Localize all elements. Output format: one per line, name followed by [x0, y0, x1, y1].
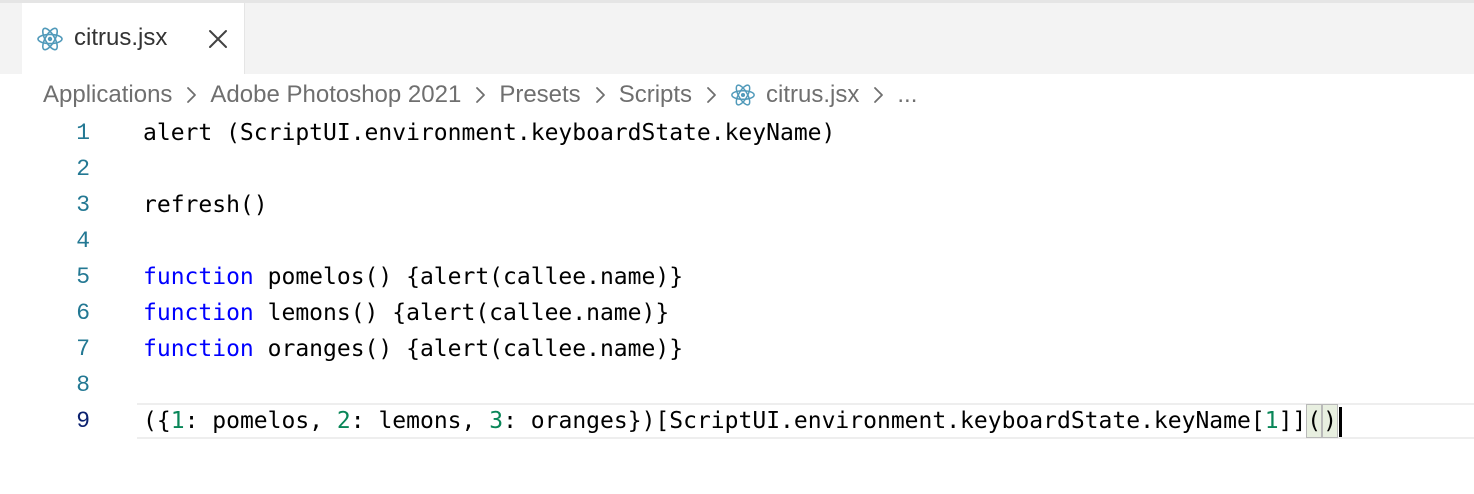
code-text: refresh() [143, 192, 268, 218]
text-cursor [1338, 406, 1342, 437]
code-line[interactable]: 2 [0, 151, 1474, 187]
code-line[interactable]: 5 function pomelos() {alert(callee.name)… [0, 259, 1474, 295]
code-text: alert (ScriptUI.environment.keyboardStat… [143, 120, 836, 146]
code-line[interactable]: 3 refresh() [0, 187, 1474, 223]
line-number-active: 9 [76, 408, 90, 434]
breadcrumb-item-adobe-photoshop[interactable]: Adobe Photoshop 2021 [210, 81, 461, 109]
code-line[interactable]: 7 function oranges() {alert(callee.name)… [0, 331, 1474, 367]
line-number: 5 [76, 264, 90, 290]
code-token: : oranges})[ScriptUI.environment.keyboar… [503, 408, 1265, 434]
code-text: ({1: pomelos, 2: lemons, 3: oranges})[Sc… [143, 403, 1342, 439]
number-token: 1 [1264, 408, 1279, 434]
code-line-active[interactable]: 9 ({1: pomelos, 2: lemons, 3: oranges})[… [0, 403, 1474, 439]
matched-bracket: ) [1322, 404, 1338, 438]
line-number: 6 [76, 300, 90, 326]
matched-bracket: ( [1306, 404, 1323, 438]
number-token: 2 [336, 408, 351, 434]
number-token: 1 [170, 408, 185, 434]
chevron-right-icon [874, 87, 884, 103]
chevron-right-icon [476, 87, 486, 103]
code-line[interactable]: 6 function lemons() {alert(callee.name)} [0, 295, 1474, 331]
code-text: function oranges() {alert(callee.name)} [143, 331, 683, 367]
code-token: ({ [143, 408, 171, 434]
code-line[interactable]: 4 [0, 223, 1474, 259]
code-token: pomelos() {alert(callee.name)} [253, 264, 684, 290]
code-token: lemons() {alert(callee.name)} [253, 300, 670, 326]
tab-title: citrus.jsx [74, 24, 168, 51]
code-token: ]] [1278, 408, 1307, 434]
line-number: 8 [76, 372, 90, 398]
code-text: function lemons() {alert(callee.name)} [143, 295, 669, 331]
line-number: 1 [76, 120, 90, 146]
keyword-token: function [143, 336, 254, 362]
tab-bar: citrus.jsx [0, 3, 1474, 74]
line-number: 4 [76, 228, 90, 254]
chevron-right-icon [707, 87, 716, 103]
tab-bar-edge [1462, 3, 1474, 74]
code-token: : lemons, [350, 408, 490, 434]
react-icon [37, 27, 63, 51]
breadcrumb-item-scripts[interactable]: Scripts [619, 81, 692, 109]
line-number: 2 [76, 156, 90, 182]
line-number: 3 [76, 192, 90, 218]
react-icon [731, 84, 755, 106]
number-token: 3 [489, 408, 504, 434]
code-token: : pomelos, [184, 408, 337, 434]
chevron-right-icon [595, 87, 605, 103]
chevron-right-icon [187, 87, 197, 103]
code-token: oranges() {alert(callee.name)} [253, 336, 684, 362]
close-icon[interactable] [205, 26, 231, 52]
code-text: function pomelos() {alert(callee.name)} [143, 259, 683, 295]
breadcrumb-item-symbols[interactable]: ... [897, 81, 917, 109]
code-line[interactable]: 1 alert (ScriptUI.environment.keyboardSt… [0, 115, 1474, 151]
breadcrumb-item-file[interactable]: citrus.jsx [766, 81, 859, 109]
breadcrumb-item-presets[interactable]: Presets [499, 81, 580, 109]
code-line[interactable]: 8 [0, 367, 1474, 403]
line-number: 7 [76, 336, 90, 362]
code-editor[interactable]: 1 alert (ScriptUI.environment.keyboardSt… [0, 115, 1474, 494]
keyword-token: function [143, 300, 254, 326]
breadcrumb: Applications Adobe Photoshop 2021 Preset… [43, 78, 917, 112]
tab-citrus-jsx[interactable]: citrus.jsx [22, 3, 245, 74]
keyword-token: function [143, 264, 254, 290]
breadcrumb-item-applications[interactable]: Applications [43, 81, 172, 109]
